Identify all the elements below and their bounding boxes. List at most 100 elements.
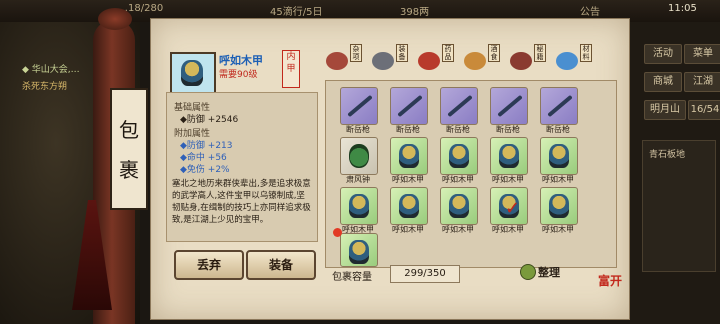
inventory-slot[interactable]: [440, 87, 478, 125]
armor-icon: [399, 194, 419, 218]
slot-label: 断岳枪: [496, 125, 520, 134]
notice-button[interactable]: 公告: [580, 3, 600, 18]
inventory-slot[interactable]: [340, 137, 378, 175]
bell-icon: [349, 144, 369, 168]
tab-label: 药品: [442, 44, 454, 62]
slot-label: 断岳枪: [446, 125, 470, 134]
item-requirement: 需要90级: [219, 70, 258, 80]
pouch-icon: [520, 264, 536, 280]
selected-item-icon: [170, 52, 216, 96]
tab-equipment[interactable]: 装备: [370, 44, 408, 74]
tab-label: 秘籍: [534, 44, 546, 62]
book-icon: [510, 52, 532, 70]
bag-title-banner: 包 裹: [110, 88, 148, 210]
bag-title-char2: 裹: [119, 158, 139, 182]
tab-materials[interactable]: 材料: [554, 44, 592, 74]
quest-line1: ◆ 华山大会,…: [22, 65, 80, 75]
armor-icon: [349, 240, 369, 264]
inventory-slot-selected[interactable]: [540, 187, 578, 225]
spear-icon: [497, 94, 523, 118]
menu-button[interactable]: 菜单: [684, 44, 720, 64]
armor-icon: [549, 194, 569, 218]
stamp-logo: 富开: [598, 274, 623, 288]
armor-icon: [449, 144, 469, 168]
inventory-slot[interactable]: [490, 87, 528, 125]
tab-label: 杂项: [350, 44, 362, 62]
spear-icon: [347, 94, 373, 118]
slot-label: 呼如木甲: [542, 175, 574, 184]
armor-icon: [399, 144, 419, 168]
selected-check-icon: ✓: [505, 198, 521, 219]
item-type-seal: 内甲: [282, 50, 300, 88]
hud-money: 398两: [400, 7, 430, 18]
clock: 11:05: [668, 3, 697, 14]
tab-food[interactable]: 酒食: [462, 44, 500, 74]
slot-label: 呼如木甲: [392, 175, 424, 184]
slot-label: 呼如木甲: [542, 225, 574, 234]
slot-label: 断岳枪: [546, 125, 570, 134]
sort-button[interactable]: 整理: [520, 262, 572, 282]
tab-label: 装备: [396, 44, 408, 62]
extra-stat: ◆免伤 +2%: [180, 165, 230, 175]
shop-button[interactable]: 商城: [644, 72, 682, 92]
sort-label: 整理: [538, 266, 560, 279]
activity-button[interactable]: 活动: [644, 44, 682, 64]
item-name: 呼如木甲: [219, 54, 263, 67]
scroll-rod-cap: [98, 8, 132, 30]
slot-label: 呼如木甲: [492, 175, 524, 184]
inventory-slot[interactable]: [440, 187, 478, 225]
tab-manuals[interactable]: 秘籍: [508, 44, 546, 74]
pot-icon: [326, 52, 348, 70]
inventory-grid: 断岳枪 断岳枪 断岳枪 断岳枪 断岳枪 肃风钟 呼如木甲 呼如木甲 呼如木甲 呼…: [325, 80, 617, 268]
inventory-slot[interactable]: [540, 137, 578, 175]
spear-icon: [397, 94, 423, 118]
new-item-dot: [333, 228, 342, 237]
inventory-slot[interactable]: [390, 187, 428, 225]
slot-label: 呼如木甲: [492, 225, 524, 234]
slot-label: 断岳枪: [396, 125, 420, 134]
armor-icon: [449, 194, 469, 218]
base-stat: ◆防御 +2546: [180, 115, 239, 125]
quest-tracker[interactable]: ◆ 华山大会,… 杀死东方朔: [22, 62, 80, 92]
inventory-slot[interactable]: [440, 137, 478, 175]
discard-button[interactable]: 丢弃: [174, 250, 244, 280]
armor-icon: [549, 144, 569, 168]
spear-icon: [447, 94, 473, 118]
armor-icon: [349, 194, 369, 218]
hud-top-mid-value: 45滴行/5日: [270, 7, 323, 18]
inventory-slot[interactable]: [340, 233, 378, 267]
inventory-slot[interactable]: [540, 87, 578, 125]
inventory-slot[interactable]: [490, 137, 528, 175]
equip-button[interactable]: 装备: [246, 250, 316, 280]
quest-line2: 杀死东方朔: [22, 82, 68, 92]
tab-label: 酒食: [488, 44, 500, 62]
inventory-slot[interactable]: [340, 187, 378, 225]
panel-item[interactable]: 青石板地: [649, 147, 709, 160]
armor-icon: [499, 144, 519, 168]
location-coords: 16/54: [688, 100, 720, 120]
inventory-slot[interactable]: [340, 87, 378, 125]
spear-icon: [547, 94, 573, 118]
jianghu-button[interactable]: 江湖: [684, 72, 720, 92]
pill-icon: [418, 52, 440, 70]
slot-label: 肃风钟: [346, 175, 370, 184]
inventory-slot[interactable]: [390, 137, 428, 175]
food-icon: [464, 52, 486, 70]
tab-misc[interactable]: 杂项: [324, 44, 362, 74]
item-description: 塞北之地历来群侠辈出,多是追求极意的武学高人,这件宝甲以乌镣制成,坚韧贴身,在缉…: [172, 179, 311, 225]
inventory-slot[interactable]: [390, 87, 428, 125]
bag-title-char1: 包: [119, 118, 139, 142]
tab-label: 材料: [580, 44, 592, 62]
slot-label: 呼如木甲: [442, 225, 474, 234]
weapon-icon: [372, 52, 394, 70]
armor-icon: [181, 60, 203, 86]
location-label: 明月山: [644, 100, 686, 120]
slot-label: 呼如木甲: [442, 175, 474, 184]
tab-medicine[interactable]: 药品: [416, 44, 454, 74]
capacity-value: 299/350: [390, 265, 460, 283]
gem-icon: [556, 52, 578, 70]
capacity-label: 包裹容量: [332, 272, 372, 283]
right-side-panel: 青石板地: [642, 140, 716, 272]
slot-label: 断岳枪: [346, 125, 370, 134]
slot-label: 呼如木甲: [392, 225, 424, 234]
